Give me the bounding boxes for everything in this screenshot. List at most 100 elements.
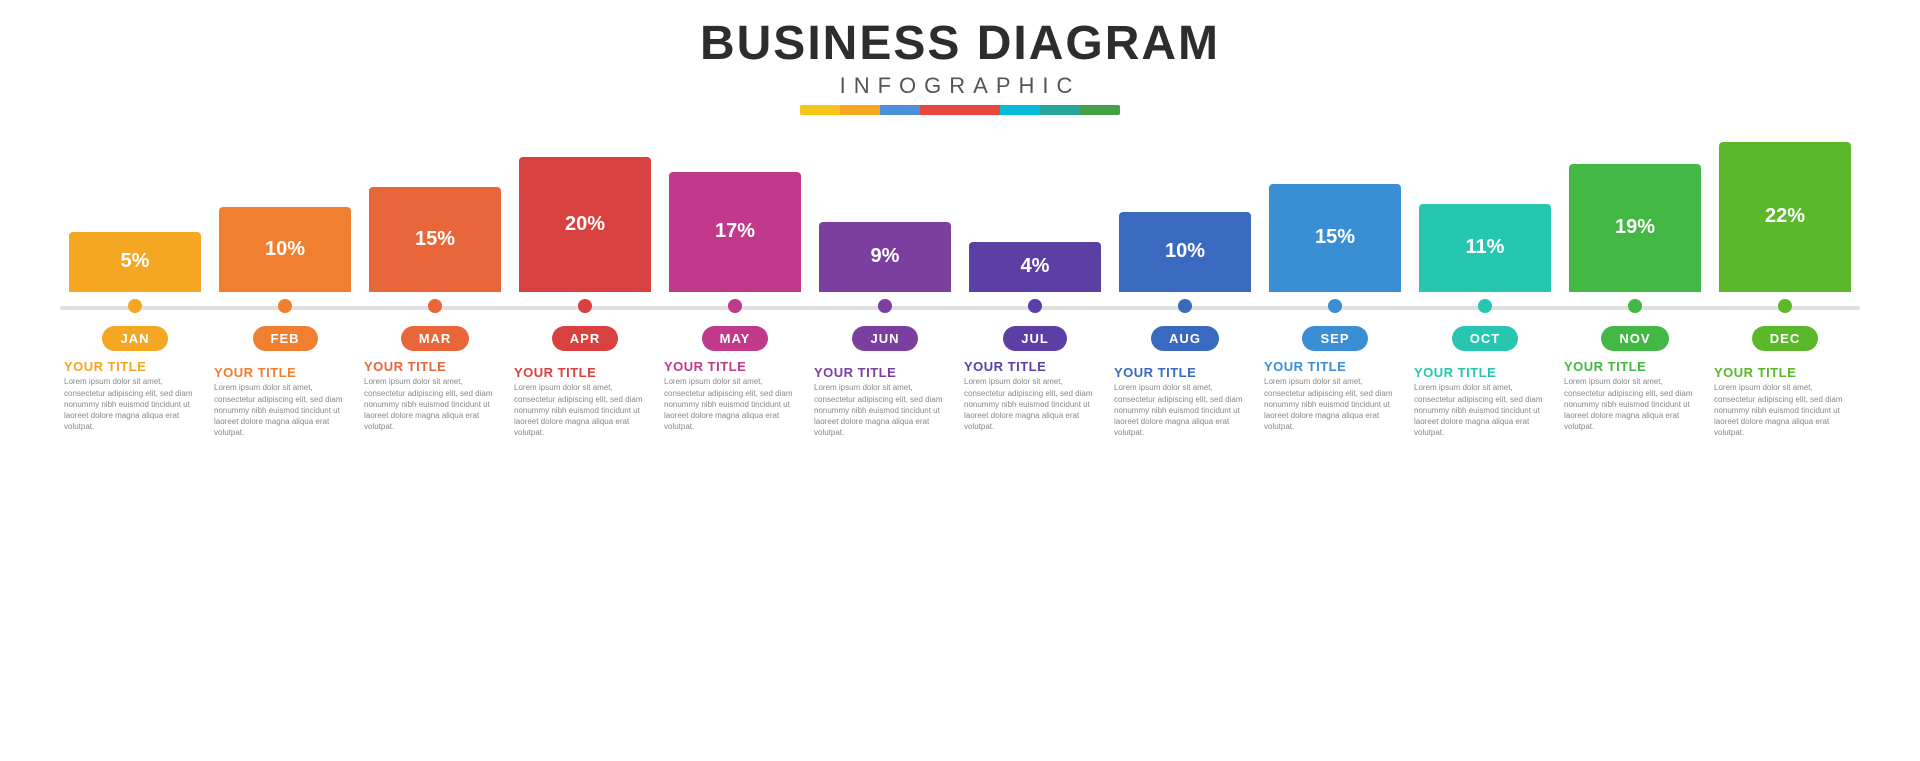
bar-label-aug: 10% — [1165, 240, 1205, 263]
bar-mar: 15% — [369, 187, 501, 292]
dot-mar — [428, 299, 442, 313]
month-badge-apr: APR — [552, 326, 618, 351]
info-text1-jul: Lorem ipsum dolor sit amet, consectetur … — [964, 376, 1106, 432]
bar-col-jul: 4% — [960, 242, 1110, 292]
info-text2-feb: Lorem ipsum dolor sit amet, consectetur … — [214, 382, 356, 438]
dot-aug — [1178, 299, 1192, 313]
header: BUSINESS DIAGRAM INFOGRAPHIC — [700, 18, 1220, 123]
bar-feb: 10% — [219, 207, 351, 292]
page-wrapper: BUSINESS DIAGRAM INFOGRAPHIC 5% 10% 15% 20%… — [0, 0, 1920, 761]
bar-nov: 19% — [1569, 164, 1701, 292]
dot-col-mar — [360, 299, 510, 313]
month-col-mar: MAR — [360, 326, 510, 351]
info-text2-oct: Lorem ipsum dolor sit amet, consectetur … — [1414, 382, 1556, 438]
dot-col-jun — [810, 299, 960, 313]
info-title1-sep: YOUR TITLE — [1264, 359, 1406, 375]
sub-title: INFOGRAPHIC — [700, 73, 1220, 99]
bar-col-jan: 5% — [60, 232, 210, 292]
main-title: BUSINESS DIAGRAM — [700, 18, 1220, 71]
bar-may: 17% — [669, 172, 801, 292]
month-badge-feb: FEB — [253, 326, 318, 351]
dot-jun — [878, 299, 892, 313]
bar-col-oct: 11% — [1410, 204, 1560, 292]
info-title1-mar: YOUR TITLE — [364, 359, 506, 375]
months-row: JANFEBMARAPRMAYJUNJULAUGSEPOCTNOVDEC — [60, 326, 1860, 351]
info-col-may: YOUR TITLELorem ipsum dolor sit amet, co… — [660, 359, 810, 439]
bar-label-jan: 5% — [121, 250, 150, 273]
dot-oct — [1478, 299, 1492, 313]
bar-col-dec: 22% — [1710, 142, 1860, 292]
bar-label-may: 17% — [715, 220, 755, 243]
bar-col-aug: 10% — [1110, 212, 1260, 292]
info-col-jan: YOUR TITLELorem ipsum dolor sit amet, co… — [60, 359, 210, 439]
dot-col-sep — [1260, 299, 1410, 313]
info-text1-mar: Lorem ipsum dolor sit amet, consectetur … — [364, 376, 506, 432]
timeline-dots — [60, 299, 1860, 313]
month-col-apr: APR — [510, 326, 660, 351]
bar-label-jun: 9% — [871, 245, 900, 268]
bars-row: 5% 10% 15% 20% 17% 9% 4% 10% 15% 11% 19% 22% — [60, 127, 1860, 292]
dot-col-nov — [1560, 299, 1710, 313]
info-title1-may: YOUR TITLE — [664, 359, 806, 375]
info-text2-aug: Lorem ipsum dolor sit amet, consectetur … — [1114, 382, 1256, 438]
info-col-oct: YOUR TITLELorem ipsum dolor sit amet, co… — [1410, 359, 1560, 439]
bar-col-feb: 10% — [210, 207, 360, 292]
info-title1-jan: YOUR TITLE — [64, 359, 206, 375]
month-col-may: MAY — [660, 326, 810, 351]
info-col-mar: YOUR TITLELorem ipsum dolor sit amet, co… — [360, 359, 510, 439]
month-col-jun: JUN — [810, 326, 960, 351]
info-title2-jun: YOUR TITLE — [814, 365, 956, 381]
bar-col-apr: 20% — [510, 157, 660, 292]
info-col-jul: YOUR TITLELorem ipsum dolor sit amet, co… — [960, 359, 1110, 439]
info-title2-feb: YOUR TITLE — [214, 365, 356, 381]
dot-col-oct — [1410, 299, 1560, 313]
info-col-feb: YOUR TITLELorem ipsum dolor sit amet, co… — [210, 359, 360, 439]
dot-col-may — [660, 299, 810, 313]
bar-col-may: 17% — [660, 172, 810, 292]
info-col-dec: YOUR TITLELorem ipsum dolor sit amet, co… — [1710, 359, 1860, 439]
dot-jul — [1028, 299, 1042, 313]
info-text1-jan: Lorem ipsum dolor sit amet, consectetur … — [64, 376, 206, 432]
bar-col-sep: 15% — [1260, 184, 1410, 292]
bar-jun: 9% — [819, 222, 951, 292]
info-col-apr: YOUR TITLELorem ipsum dolor sit amet, co… — [510, 359, 660, 439]
dot-feb — [278, 299, 292, 313]
dot-jan — [128, 299, 142, 313]
dot-col-jan — [60, 299, 210, 313]
info-text2-jun: Lorem ipsum dolor sit amet, consectetur … — [814, 382, 956, 438]
bar-col-jun: 9% — [810, 222, 960, 292]
month-col-jan: JAN — [60, 326, 210, 351]
dot-col-apr — [510, 299, 660, 313]
month-badge-may: MAY — [702, 326, 769, 351]
month-col-nov: NOV — [1560, 326, 1710, 351]
info-section: YOUR TITLELorem ipsum dolor sit amet, co… — [60, 359, 1860, 439]
month-badge-dec: DEC — [1752, 326, 1818, 351]
info-title2-oct: YOUR TITLE — [1414, 365, 1556, 381]
month-badge-jun: JUN — [852, 326, 917, 351]
color-bar — [800, 105, 1120, 115]
info-text1-may: Lorem ipsum dolor sit amet, consectetur … — [664, 376, 806, 432]
bar-dec: 22% — [1719, 142, 1851, 292]
info-title2-aug: YOUR TITLE — [1114, 365, 1256, 381]
info-col-sep: YOUR TITLELorem ipsum dolor sit amet, co… — [1260, 359, 1410, 439]
dot-col-aug — [1110, 299, 1260, 313]
dot-may — [728, 299, 742, 313]
bar-label-apr: 20% — [565, 213, 605, 236]
dot-col-jul — [960, 299, 1110, 313]
info-title2-dec: YOUR TITLE — [1714, 365, 1856, 381]
month-col-sep: SEP — [1260, 326, 1410, 351]
month-col-oct: OCT — [1410, 326, 1560, 351]
bar-col-nov: 19% — [1560, 164, 1710, 292]
bar-oct: 11% — [1419, 204, 1551, 292]
info-text2-dec: Lorem ipsum dolor sit amet, consectetur … — [1714, 382, 1856, 438]
dot-apr — [578, 299, 592, 313]
bar-label-nov: 19% — [1615, 216, 1655, 239]
info-col-aug: YOUR TITLELorem ipsum dolor sit amet, co… — [1110, 359, 1260, 439]
bar-label-sep: 15% — [1315, 226, 1355, 249]
info-title2-apr: YOUR TITLE — [514, 365, 656, 381]
bar-label-mar: 15% — [415, 228, 455, 251]
bar-apr: 20% — [519, 157, 651, 292]
month-badge-nov: NOV — [1601, 326, 1668, 351]
info-title1-nov: YOUR TITLE — [1564, 359, 1706, 375]
month-badge-jul: JUL — [1003, 326, 1067, 351]
